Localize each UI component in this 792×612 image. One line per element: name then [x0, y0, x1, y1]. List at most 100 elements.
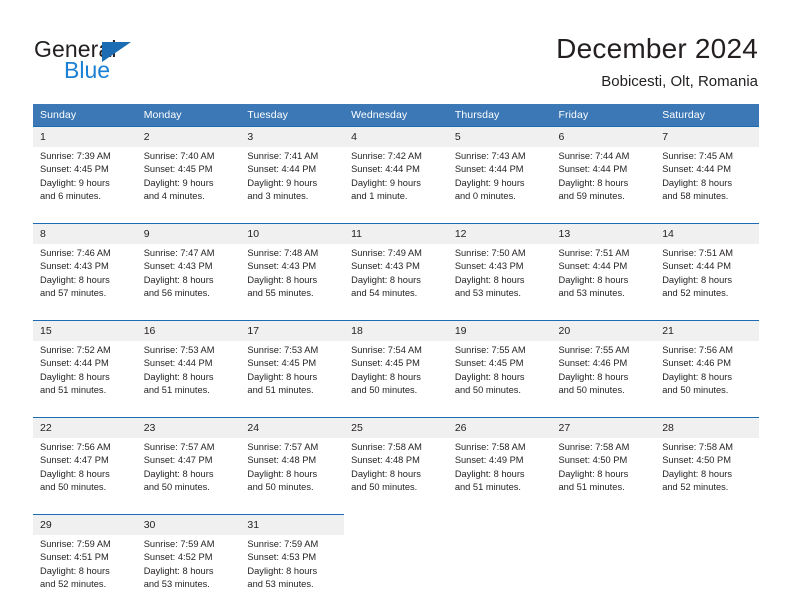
daylight-text-line1: Daylight: 8 hours [247, 371, 318, 382]
daynum-cell[interactable]: 7 [655, 126, 759, 147]
daynum-cell[interactable]: 27 [551, 417, 656, 438]
daylight-text-line1: Daylight: 8 hours [454, 274, 525, 285]
sunset-text: Sunset: 4:50 PM [662, 455, 731, 466]
daylight-text-line1: Daylight: 9 hours [351, 177, 421, 188]
page-title: December 2024 [556, 33, 758, 64]
sunset-text: Sunset: 4:47 PM [40, 455, 109, 466]
week-4-daynumbers: 22 23 24 25 26 27 28 [33, 417, 759, 438]
sunset-text: Sunset: 4:43 PM [454, 261, 524, 272]
daylight-text-line1: Daylight: 8 hours [351, 468, 421, 479]
daynum-cell[interactable]: 20 [551, 320, 656, 341]
daylight-text-line1: Daylight: 8 hours [454, 468, 525, 479]
day-detail-cell: Sunrise: 7:46 AM Sunset: 4:43 PM Dayligh… [33, 244, 137, 321]
sunset-text: Sunset: 4:46 PM [662, 358, 731, 369]
day-detail-cell: Sunrise: 7:57 AM Sunset: 4:47 PM Dayligh… [136, 438, 241, 515]
sunrise-text: Sunrise: 7:53 AM [143, 345, 215, 355]
daynum-cell[interactable]: 21 [655, 320, 759, 341]
daynum-cell[interactable]: 23 [136, 417, 241, 438]
daynum-cell[interactable]: 11 [344, 223, 448, 244]
daynum-cell[interactable]: 13 [551, 223, 656, 244]
page-subtitle: Bobicesti, Olt, Romania [601, 73, 758, 90]
weekday-header-friday: Friday [551, 104, 656, 127]
sunrise-text: Sunrise: 7:47 AM [143, 248, 215, 258]
sunrise-text: Sunrise: 7:55 AM [558, 345, 630, 355]
daynum-cell[interactable]: 2 [136, 126, 241, 147]
daylight-text-line1: Daylight: 8 hours [247, 565, 318, 576]
daynum-cell[interactable]: 8 [33, 223, 137, 244]
day-detail-cell: Sunrise: 7:59 AM Sunset: 4:51 PM Dayligh… [33, 535, 137, 611]
daynum-cell[interactable]: 24 [240, 417, 345, 438]
week-5-daynumbers: 29 30 31 [33, 514, 759, 535]
daynum-cell[interactable]: 9 [136, 223, 241, 244]
daynum-cell[interactable]: 12 [447, 223, 552, 244]
daynum-cell[interactable]: 1 [33, 126, 137, 147]
sunset-text: Sunset: 4:47 PM [143, 455, 213, 466]
weekday-header-tuesday: Tuesday [240, 104, 345, 127]
sunset-text: Sunset: 4:45 PM [351, 358, 420, 369]
daynum-cell[interactable]: 26 [447, 417, 552, 438]
daynum-cell[interactable]: 15 [33, 320, 137, 341]
week-1-daynumbers: 1 2 3 4 5 6 7 [33, 126, 759, 147]
daylight-text-line2: and 52 minutes. [40, 578, 107, 589]
sunrise-text: Sunrise: 7:56 AM [40, 442, 111, 452]
weekday-header-saturday: Saturday [655, 104, 759, 127]
daylight-text-line1: Daylight: 8 hours [662, 371, 732, 382]
sunrise-text: Sunrise: 7:59 AM [40, 539, 111, 549]
daylight-text-line2: and 51 minutes. [454, 481, 521, 492]
week-3-details: Sunrise: 7:52 AM Sunset: 4:44 PM Dayligh… [33, 341, 759, 418]
daylight-text-line2: and 1 minute. [351, 190, 408, 201]
sunrise-text: Sunrise: 7:58 AM [662, 442, 734, 452]
daylight-text-line1: Daylight: 8 hours [40, 565, 110, 576]
daynum-cell[interactable]: 3 [240, 126, 345, 147]
weekday-header-thursday: Thursday [447, 104, 552, 127]
daynum-cell-empty [344, 514, 448, 535]
daynum-cell[interactable]: 29 [33, 514, 137, 535]
day-detail-cell-empty [551, 535, 656, 611]
page-header: General Blue December 2024 Bobicesti, Ol… [0, 0, 792, 96]
daylight-text-line1: Daylight: 8 hours [662, 468, 732, 479]
sunset-text: Sunset: 4:49 PM [454, 455, 524, 466]
daylight-text-line1: Daylight: 8 hours [143, 371, 214, 382]
day-detail-cell-empty [344, 535, 448, 611]
daynum-cell[interactable]: 25 [344, 417, 448, 438]
daylight-text-line2: and 53 minutes. [143, 578, 210, 589]
daynum-cell[interactable]: 16 [136, 320, 241, 341]
daylight-text-line2: and 50 minutes. [351, 384, 418, 395]
daylight-text-line1: Daylight: 8 hours [454, 371, 525, 382]
daynum-cell[interactable]: 10 [240, 223, 345, 244]
day-detail-cell: Sunrise: 7:40 AM Sunset: 4:45 PM Dayligh… [136, 147, 241, 224]
daynum-cell[interactable]: 18 [344, 320, 448, 341]
day-detail-cell: Sunrise: 7:48 AM Sunset: 4:43 PM Dayligh… [240, 244, 345, 321]
sunset-text: Sunset: 4:43 PM [143, 261, 213, 272]
daylight-text-line1: Daylight: 9 hours [454, 177, 525, 188]
weekday-header-sunday: Sunday [33, 104, 137, 127]
sunrise-text: Sunrise: 7:48 AM [247, 248, 319, 258]
sunrise-text: Sunrise: 7:45 AM [662, 151, 734, 161]
daylight-text-line2: and 59 minutes. [558, 190, 625, 201]
day-detail-cell: Sunrise: 7:59 AM Sunset: 4:52 PM Dayligh… [136, 535, 241, 611]
daynum-cell[interactable]: 30 [136, 514, 241, 535]
daynum-cell[interactable]: 4 [344, 126, 448, 147]
day-detail-cell-empty [447, 535, 552, 611]
day-detail-cell: Sunrise: 7:55 AM Sunset: 4:45 PM Dayligh… [447, 341, 552, 418]
daylight-text-line1: Daylight: 8 hours [143, 565, 214, 576]
week-3-daynumbers: 15 16 17 18 19 20 21 [33, 320, 759, 341]
sunrise-text: Sunrise: 7:57 AM [247, 442, 319, 452]
daylight-text-line2: and 52 minutes. [662, 287, 729, 298]
sunset-text: Sunset: 4:48 PM [247, 455, 317, 466]
daynum-cell[interactable]: 22 [33, 417, 137, 438]
daylight-text-line2: and 51 minutes. [143, 384, 210, 395]
daynum-cell[interactable]: 28 [655, 417, 759, 438]
daynum-cell[interactable]: 19 [447, 320, 552, 341]
daylight-text-line2: and 51 minutes. [247, 384, 314, 395]
daynum-cell[interactable]: 14 [655, 223, 759, 244]
daylight-text-line1: Daylight: 8 hours [143, 274, 214, 285]
daynum-cell[interactable]: 31 [240, 514, 345, 535]
sunset-text: Sunset: 4:44 PM [40, 358, 109, 369]
daynum-cell[interactable]: 17 [240, 320, 345, 341]
daynum-cell[interactable]: 6 [551, 126, 656, 147]
sunrise-text: Sunrise: 7:51 AM [662, 248, 734, 258]
day-detail-cell: Sunrise: 7:58 AM Sunset: 4:50 PM Dayligh… [655, 438, 759, 515]
daynum-cell[interactable]: 5 [447, 126, 552, 147]
day-detail-cell: Sunrise: 7:49 AM Sunset: 4:43 PM Dayligh… [344, 244, 448, 321]
